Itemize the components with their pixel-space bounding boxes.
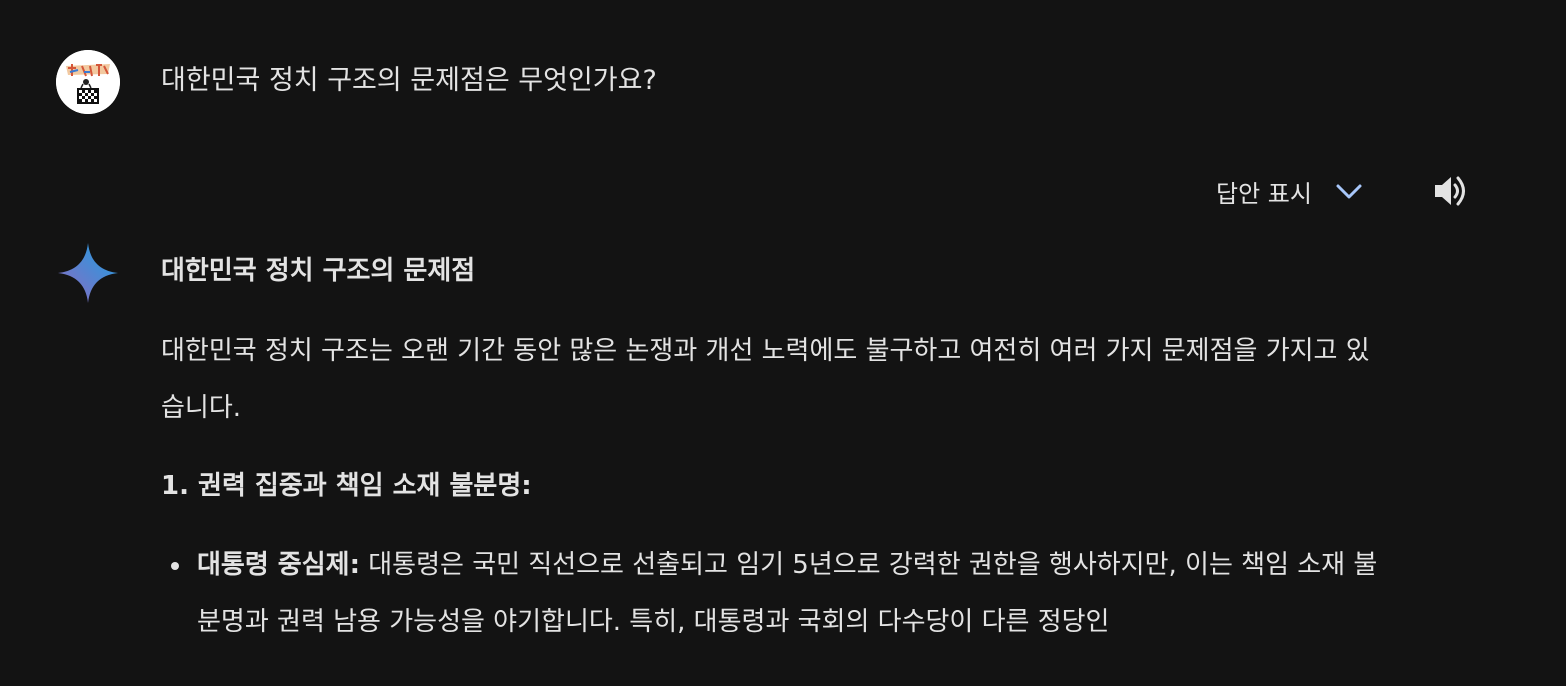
bullet-text: 대통령은 국민 직선으로 선출되고 임기 5년으로 강력한 권한을 행사하지만,… [197,550,1378,637]
bullet-term: 대통령 중심제: [197,550,360,580]
show-drafts-button[interactable]: 답안 표시 [1208,168,1372,214]
bullet-list: 대통령 중심제: 대통령은 국민 직선으로 선출되고 임기 5년으로 강력한 권… [161,537,1401,651]
response-intro: 대한민국 정치 구조는 오랜 기간 동안 많은 논쟁과 개선 노력에도 불구하고… [161,336,1370,423]
chevron-down-icon [1336,184,1362,199]
response-title: 대한민국 정치 구조의 문제점 [161,256,476,286]
response-body: 대한민국 정치 구조의 문제점 대한민국 정치 구조는 오랜 기간 동안 많은 … [161,248,1401,651]
user-avatar[interactable] [56,50,120,114]
list-item: 대통령 중심제: 대통령은 국민 직선으로 선출되고 임기 5년으로 강력한 권… [161,537,1397,651]
gemini-sparkle-icon [58,243,118,303]
avatar-image [56,50,120,114]
user-prompt-text: 대한민국 정치 구조의 문제점은 무엇인가요? [161,65,657,96]
chat-page: 대한민국 정치 구조의 문제점은 무엇인가요? 답안 표시 대한민국 정치 구조… [0,0,1566,686]
show-drafts-label: 답안 표시 [1216,179,1312,208]
bullet-dot [171,562,179,570]
read-aloud-button[interactable] [1426,168,1476,214]
section-heading: 1. 권력 집중과 책임 소재 불분명: [161,471,532,501]
speaker-icon [1435,176,1465,206]
